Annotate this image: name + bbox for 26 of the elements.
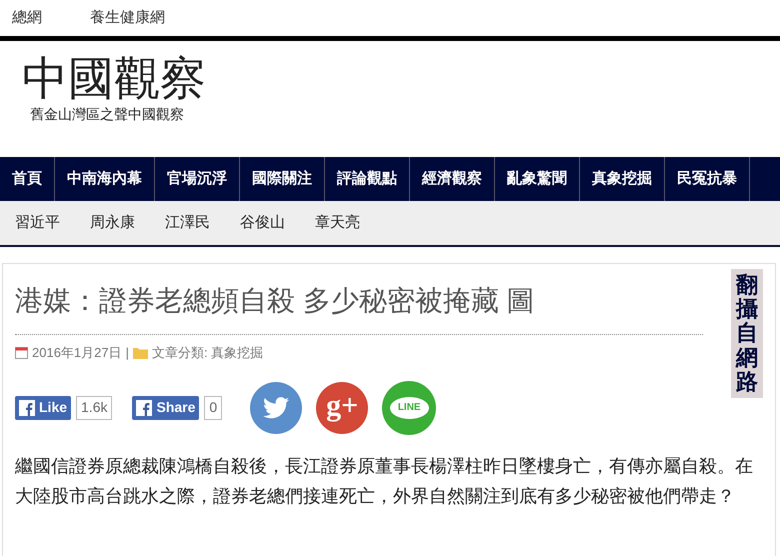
sub-nav-item[interactable]: 周永康: [90, 212, 135, 234]
top-link[interactable]: 總網: [12, 6, 42, 30]
post-date: 2016年1月27日: [32, 344, 122, 362]
folder-icon: [133, 346, 148, 359]
line-bubble: LINE: [390, 396, 429, 418]
site-title: 中國觀察: [22, 53, 207, 104]
article-title: 港媒：證券老總頻自殺 多少秘密被掩藏 圖: [15, 264, 703, 335]
calendar-icon: [15, 346, 28, 360]
photo-credit-label: 翻攝自網路: [731, 269, 763, 398]
sub-nav-item[interactable]: 習近平: [15, 212, 60, 234]
sub-nav-item[interactable]: 江澤民: [165, 212, 210, 234]
article-body: 繼國信證券原總裁陳鴻橋自殺後，長江證券原董事長楊澤柱昨日墜樓身亡，有傳亦屬自殺。在大陸股市高台跳水之際，證券老總們接連死亡，外界自然關注到底有多少秘密被他們帶走？: [15, 454, 754, 508]
top-link[interactable]: 養生健康網: [90, 6, 165, 30]
bird-icon: [263, 396, 290, 418]
post-category: 文章分類: 真象挖掘: [152, 344, 264, 362]
share-count: 0: [204, 396, 222, 420]
facebook-button[interactable]: Share: [132, 396, 200, 420]
facebook-icon: [19, 400, 35, 416]
meta-separator: |: [126, 344, 130, 362]
sub-nav-item[interactable]: 章天亮: [315, 212, 360, 234]
site-subtitle: 舊金山灣區之聲中國觀察: [29, 104, 185, 124]
facebook-icon: [136, 400, 152, 416]
google-plus-button[interactable]: g+: [316, 382, 368, 434]
facebook-button[interactable]: Like: [15, 396, 72, 420]
sub-nav-item[interactable]: 谷俊山: [240, 212, 285, 234]
share-count: 1.6k: [76, 396, 112, 420]
